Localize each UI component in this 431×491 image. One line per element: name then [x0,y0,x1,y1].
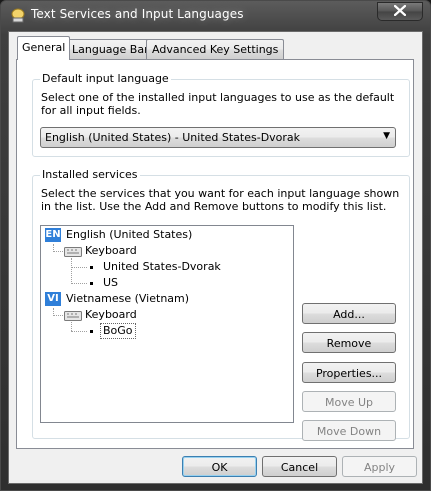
tree-connector [71,331,87,332]
move-up-button[interactable]: Move Up [302,391,396,412]
move-down-button[interactable]: Move Down [302,420,396,441]
ok-button[interactable]: OK [182,456,257,477]
move-down-button-label: Move Down [316,425,382,438]
move-up-button-label: Move Up [324,396,374,409]
window-title: Text Services and Input Languages [31,7,244,21]
language-name-english: English (United States) [66,228,193,241]
tab-language-bar[interactable]: Language Bar [66,39,155,59]
tree-connector [71,267,87,268]
installed-services-tree[interactable]: EN English (United States) Keyboard Unit… [40,225,294,423]
language-badge-vi: VI [45,292,61,306]
dropdown-selected-value: English (United States) - United States-… [45,131,301,144]
bullet-icon [90,282,93,285]
properties-button-label: Properties... [315,367,383,380]
tree-connector [71,258,72,282]
dialog-window: Text Services and Input Languages Genera… [0,0,431,491]
default-input-language-description: Select one of the installed input langua… [41,91,395,117]
close-button[interactable] [377,2,423,21]
tree-connector [71,322,72,331]
add-button[interactable]: Add... [302,303,396,324]
installed-services-group: Installed services Select the services t… [32,168,410,441]
apply-button-label: Apply [363,461,396,474]
service-name: BoGo [100,323,136,339]
default-input-language-dropdown[interactable]: English (United States) - United States-… [40,127,396,148]
language-name-vietnamese: Vietnamese (Vietnam) [66,292,190,305]
dialog-client-area: General Language Bar Advanced Key Settin… [8,31,423,484]
keyboard-app-icon [10,8,26,24]
service-name: US [103,276,119,289]
service-name: United States-Dvorak [103,260,221,273]
category-keyboard: Keyboard [85,308,137,321]
remove-button[interactable]: Remove [302,332,396,353]
cancel-button[interactable]: Cancel [262,456,337,477]
tree-connector [71,283,87,284]
tab-advanced-key-settings[interactable]: Advanced Key Settings [146,39,285,59]
properties-button[interactable]: Properties... [302,362,396,383]
cancel-button-label: Cancel [280,461,319,474]
tab-advanced-key-settings-label: Advanced Key Settings [152,43,279,56]
installed-services-heading: Installed services [40,168,140,181]
remove-button-label: Remove [326,337,372,350]
apply-button[interactable]: Apply [342,456,417,477]
keyboard-icon [64,245,82,257]
default-input-language-group: Default input language Select one of the… [32,72,410,157]
language-badge-en: EN [45,228,61,242]
general-tab-panel: Default input language Select one of the… [16,59,414,449]
tab-general-label: General [22,41,66,54]
default-input-language-heading: Default input language [40,72,171,85]
chevron-down-icon: ▼ [383,131,390,141]
keyboard-icon [64,309,82,321]
add-button-label: Add... [333,308,365,321]
tree-connector [53,315,63,316]
bullet-icon [90,330,93,333]
tree-connector [53,251,63,252]
installed-services-description: Select the services that you want for ea… [41,187,400,213]
tab-general[interactable]: General [17,36,71,60]
ok-button-label: OK [211,461,228,474]
category-keyboard: Keyboard [85,244,137,257]
close-icon [393,4,407,19]
tab-language-bar-label: Language Bar [72,43,149,56]
title-bar[interactable]: Text Services and Input Languages [1,1,430,31]
bullet-icon [90,266,93,269]
